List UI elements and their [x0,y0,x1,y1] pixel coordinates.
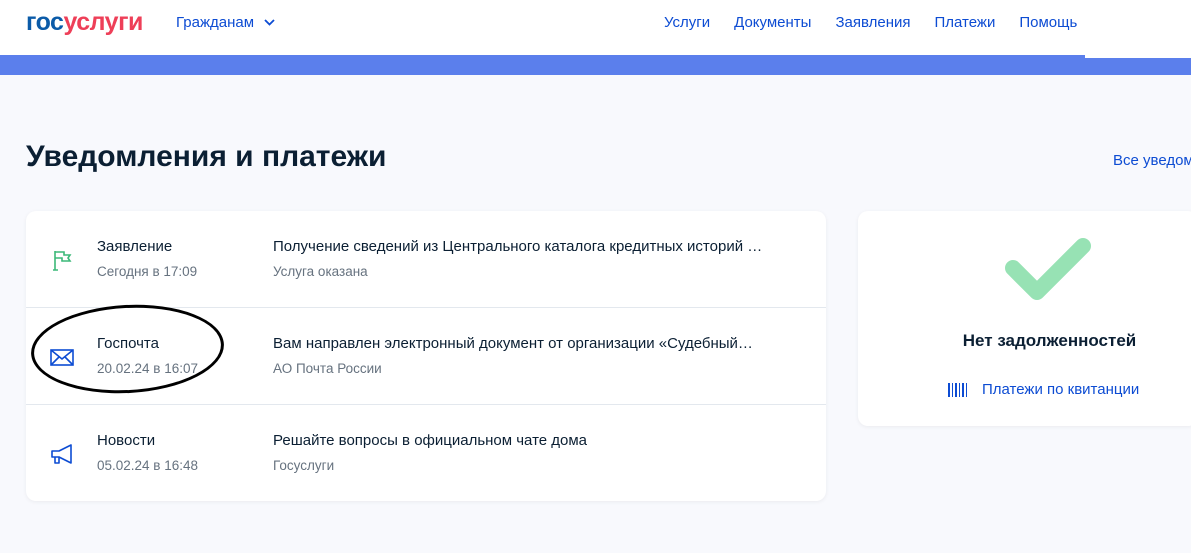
notification-source: Госуслуги [273,458,335,473]
notification-date: Сегодня в 17:09 [97,264,198,279]
notification-message: Вам направлен электронный документ от ор… [273,335,753,352]
payments-card: Нет задолженностей Платежи по квитанции [858,211,1191,426]
citizens-label: Гражданам [176,14,255,31]
notification-category: Новости [97,432,156,449]
nav-applications[interactable]: Заявления [835,14,910,31]
notification-source: Услуга оказана [273,264,368,279]
notification-source: АО Почта России [273,361,382,376]
flag-icon [53,251,72,271]
notification-date: 05.02.24 в 16:48 [97,458,199,473]
no-debt-status: Нет задолженностей [962,331,1137,350]
citizens-dropdown[interactable]: Гражданам [176,14,275,31]
notification-row[interactable]: Заявление Сегодня в 17:09 Получение свед… [26,211,826,308]
nav-help[interactable]: Помощь [1019,14,1077,31]
notification-message: Получение сведений из Центрального катал… [273,238,763,255]
gosuslugi-logo[interactable]: госуслуги [26,8,143,37]
receipt-payments-link[interactable]: Платежи по квитанции [948,381,1139,398]
barcode-icon [948,382,967,397]
notification-category: Заявление [97,238,173,255]
header-band [0,55,1191,75]
receipt-payments-label: Платежи по квитанции [982,381,1140,398]
page-title: Уведомления и платежи [26,140,387,173]
nav-payments[interactable]: Платежи [935,14,996,31]
main-nav: Услуги Документы Заявления Платежи Помощ… [664,14,1085,31]
nav-services[interactable]: Услуги [664,14,710,31]
all-notifications-link[interactable]: Все уведомления [1113,152,1191,169]
header-band-cut [1085,0,1191,58]
check-icon [1005,238,1091,300]
megaphone-icon [51,444,72,464]
notification-message: Решайте вопросы в официальном чате дома [273,432,588,449]
logo-part-2: услуги [63,8,143,36]
notification-row[interactable]: Новости 05.02.24 в 16:48 Решайте вопросы… [26,405,826,502]
nav-documents[interactable]: Документы [734,14,811,31]
logo-part-1: гос [26,8,64,36]
chevron-down-icon [264,19,275,26]
